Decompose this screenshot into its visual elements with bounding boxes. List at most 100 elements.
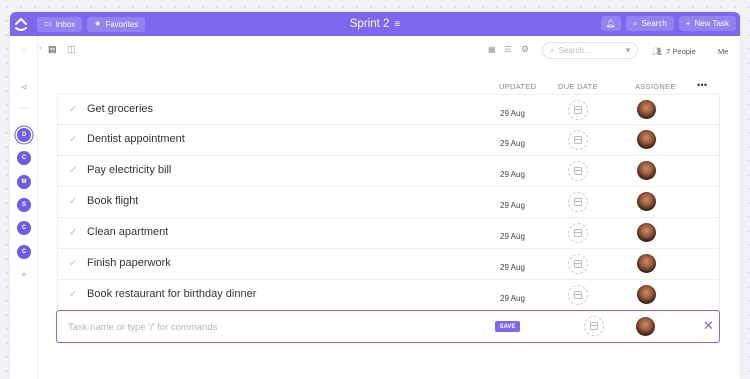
add-member-icon[interactable]: + xyxy=(10,269,38,281)
settings-gear-icon[interactable]: ⚙ xyxy=(521,44,529,55)
due-date-picker[interactable] xyxy=(568,223,588,243)
checkmark-icon[interactable]: ✓ xyxy=(69,196,77,207)
task-name[interactable]: Clean apartment xyxy=(87,226,168,238)
new-task-row: SAVE ✕ xyxy=(56,310,720,343)
plus-icon: + xyxy=(685,18,691,28)
due-date-picker[interactable] xyxy=(584,316,604,336)
assignee-avatar[interactable] xyxy=(637,223,656,242)
list-search-placeholder: Search... xyxy=(558,46,591,55)
star-icon: ★ xyxy=(94,19,102,28)
sidebar-avatar[interactable]: S xyxy=(17,198,31,212)
task-row[interactable]: ✓ Book restaurant for birthday dinner 29… xyxy=(57,280,720,311)
new-task-label: New Task xyxy=(694,19,729,28)
sidebar-avatar[interactable]: D xyxy=(17,128,31,142)
calendar-icon xyxy=(574,136,582,144)
chevron-right-icon[interactable]: › xyxy=(39,45,41,52)
column-header-due-date[interactable]: DUE DATE xyxy=(558,82,598,91)
me-filter[interactable]: Me xyxy=(718,36,728,66)
due-date-picker[interactable] xyxy=(568,100,588,120)
people-icon: 👥︎ xyxy=(652,46,663,56)
column-header-assignee[interactable]: ASSIGNEE xyxy=(635,82,676,91)
list-search[interactable]: ⌕ Search... ▼ xyxy=(542,42,638,59)
checkmark-icon[interactable]: ✓ xyxy=(69,258,77,269)
inbox-label: Inbox xyxy=(55,19,76,29)
checkmark-icon[interactable]: ✓ xyxy=(69,104,77,115)
assignee-avatar[interactable] xyxy=(637,285,656,304)
subtasks-icon[interactable]: ☰ xyxy=(504,45,511,54)
task-name[interactable]: Finish paperwork xyxy=(87,257,171,269)
task-updated: 29 Aug xyxy=(500,232,525,241)
calendar-icon xyxy=(574,106,582,114)
list-view-icon[interactable]: ▤ xyxy=(48,44,57,55)
search-button[interactable]: ⌕ Search xyxy=(625,16,674,31)
filter-icon[interactable]: ▼ xyxy=(624,46,632,55)
people-filter[interactable]: 👥︎ 7 People xyxy=(652,36,696,66)
due-date-picker[interactable] xyxy=(568,285,588,305)
sidebar-avatar[interactable]: C xyxy=(17,245,31,259)
due-date-picker[interactable] xyxy=(568,161,588,181)
task-updated: 29 Aug xyxy=(500,139,525,148)
top-bar: ▭ Inbox ★ Favorites Sprint 2 ≡ 🔔︎ ⌕ Sear… xyxy=(10,12,740,36)
bell-icon: 🔔︎ xyxy=(605,19,616,28)
assignee-avatar[interactable] xyxy=(637,130,656,149)
search-label: Search xyxy=(641,19,667,28)
new-task-input[interactable] xyxy=(68,319,468,335)
app-window: ▭ Inbox ★ Favorites Sprint 2 ≡ 🔔︎ ⌕ Sear… xyxy=(10,12,740,379)
calendar-icon xyxy=(574,198,582,206)
checkmark-icon[interactable]: ✓ xyxy=(69,227,77,238)
task-list: ✓ Get groceries 29 Aug ✓ Dentist appoint… xyxy=(57,94,720,311)
task-name[interactable]: Book flight xyxy=(87,195,138,207)
task-name[interactable]: Book restaurant for birthday dinner xyxy=(87,288,256,300)
task-row[interactable]: ✓ Get groceries 29 Aug xyxy=(57,94,720,125)
due-date-picker[interactable] xyxy=(568,192,588,212)
task-row[interactable]: ✓ Finish paperwork 29 Aug xyxy=(57,249,720,280)
me-label: Me xyxy=(718,46,729,56)
task-row[interactable]: ✓ Clean apartment 29 Aug xyxy=(57,218,720,249)
close-icon[interactable]: ✕ xyxy=(703,318,714,334)
view-toolbar: › ▤ ◫ ▦ ☰ ⚙ ⌕ Search... ▼ 👥︎ 7 People Me xyxy=(38,36,740,66)
task-name[interactable]: Dentist appointment xyxy=(87,133,185,145)
due-date-picker[interactable] xyxy=(568,254,588,274)
favorites-button[interactable]: ★ Favorites xyxy=(87,16,146,32)
column-header-updated[interactable]: UPDATED xyxy=(499,82,536,91)
page-title-text: Sprint 2 xyxy=(349,18,390,30)
search-icon: ⌕ xyxy=(632,18,638,28)
task-row[interactable]: ✓ Dentist appointment 29 Aug xyxy=(57,125,720,156)
assignee-avatar[interactable] xyxy=(636,317,655,336)
calendar-icon xyxy=(574,167,582,175)
board-view-icon[interactable]: ◫ xyxy=(67,44,76,55)
assignee-avatar[interactable] xyxy=(637,192,656,211)
task-name[interactable]: Pay electricity bill xyxy=(87,164,171,176)
task-updated: 29 Aug xyxy=(500,294,525,303)
inbox-button[interactable]: ▭ Inbox xyxy=(37,16,83,32)
new-task-button[interactable]: + New Task xyxy=(678,16,736,31)
task-updated: 29 Aug xyxy=(500,263,525,272)
share-icon[interactable]: ⋖ xyxy=(10,82,38,93)
grid-icon[interactable]: ⁘ xyxy=(10,44,38,55)
sidebar-avatar[interactable]: C xyxy=(17,221,31,235)
app-logo-icon[interactable] xyxy=(10,12,32,36)
sidebar: ⁘ ⋖ — D C M S C C + xyxy=(10,36,38,379)
task-row[interactable]: ✓ Book flight 29 Aug xyxy=(57,187,720,218)
more-options-icon[interactable]: ••• xyxy=(697,80,707,90)
task-row[interactable]: ✓ Pay electricity bill 29 Aug xyxy=(57,156,720,187)
notifications-button[interactable]: 🔔︎ xyxy=(600,16,621,31)
group-icon[interactable]: ▦ xyxy=(488,45,496,54)
sidebar-avatar[interactable]: M xyxy=(17,175,31,189)
checkmark-icon[interactable]: ✓ xyxy=(69,134,77,145)
inbox-icon: ▭ xyxy=(44,19,52,28)
sidebar-avatar[interactable]: C xyxy=(17,151,31,165)
task-name[interactable]: Get groceries xyxy=(87,103,153,115)
task-updated: 29 Aug xyxy=(500,170,525,179)
search-icon: ⌕ xyxy=(550,45,555,55)
due-date-picker[interactable] xyxy=(568,130,588,150)
menu-icon[interactable]: ≡ xyxy=(394,19,400,30)
assignee-avatar[interactable] xyxy=(637,100,656,119)
calendar-icon xyxy=(574,260,582,268)
assignee-avatar[interactable] xyxy=(637,161,656,180)
save-button[interactable]: SAVE xyxy=(495,321,520,332)
task-updated: 29 Aug xyxy=(500,201,525,210)
assignee-avatar[interactable] xyxy=(637,254,656,273)
checkmark-icon[interactable]: ✓ xyxy=(69,289,77,300)
checkmark-icon[interactable]: ✓ xyxy=(69,165,77,176)
